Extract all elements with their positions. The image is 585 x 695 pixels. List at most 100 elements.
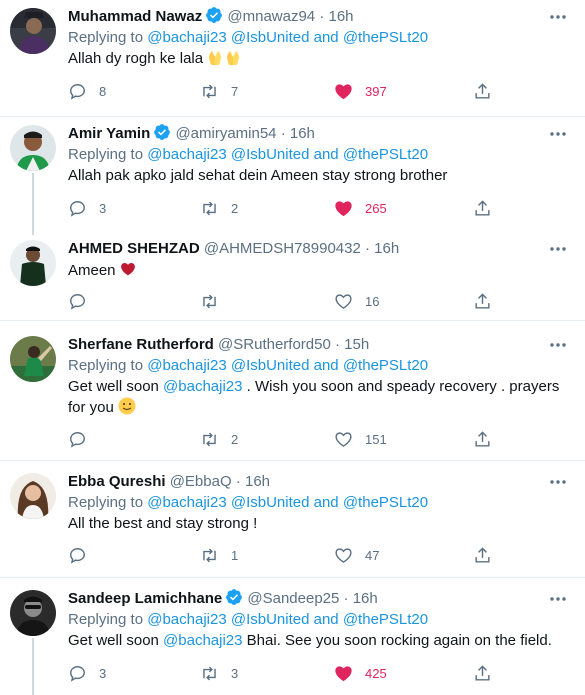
tweet-4[interactable]: Sherfane Rutherford @SRutherford50 · 15h… (0, 334, 585, 460)
tweet-2[interactable]: Amir Yamin @amiryamin54 · 16h Replying t… (0, 123, 585, 235)
verified-badge-icon (226, 589, 243, 605)
share-button[interactable] (473, 198, 492, 218)
tweet-6[interactable]: Sandeep Lamichhane @Sandeep25 · 16h Repl… (0, 588, 585, 695)
author-handle[interactable]: @SRutherford50 (218, 336, 331, 353)
like-button[interactable]: 397 (334, 81, 387, 101)
tweet-header: Muhammad Nawaz @mnawaz94 · 16h (68, 7, 354, 25)
like-button[interactable]: 151 (334, 429, 387, 449)
mention-link[interactable]: @thePSLt20 (343, 611, 428, 628)
avatar[interactable] (10, 240, 56, 286)
retweet-button[interactable]: 7 (200, 81, 238, 101)
mention-link[interactable]: @IsbUnited (231, 146, 310, 163)
avatar[interactable] (10, 125, 56, 171)
mention-link[interactable]: @IsbUnited (231, 357, 310, 374)
like-button[interactable]: 47 (334, 545, 379, 565)
tweet-time[interactable]: 16h (353, 590, 378, 607)
share-button[interactable] (473, 81, 492, 101)
mention-link[interactable]: @bachaji23 (147, 357, 226, 374)
author-name[interactable]: Sherfane Rutherford (68, 336, 214, 353)
avatar[interactable] (10, 336, 56, 382)
retweet-icon (203, 548, 216, 562)
retweet-button[interactable]: 1 (200, 545, 238, 565)
retweet-button[interactable]: 3 (200, 663, 238, 683)
verified-badge-icon (154, 124, 171, 140)
mention-link[interactable]: @thePSLt20 (343, 494, 428, 511)
more-options-icon[interactable] (549, 131, 567, 137)
tweet-time[interactable]: 15h (344, 336, 369, 353)
reply-button[interactable]: 8 (68, 81, 106, 101)
author-name[interactable]: AHMED SHEHZAD (68, 240, 200, 257)
tweet-time[interactable]: 16h (245, 473, 270, 490)
mention-link[interactable]: @bachaji23 (147, 494, 226, 511)
share-button[interactable] (473, 429, 492, 449)
like-button[interactable]: 425 (334, 663, 387, 683)
retweet-button[interactable]: 2 (200, 429, 238, 449)
share-button[interactable] (473, 291, 492, 311)
mention-link[interactable]: @IsbUnited (231, 494, 310, 511)
tweet-1[interactable]: Muhammad Nawaz @mnawaz94 · 16h Replying … (0, 6, 585, 116)
mention-link[interactable]: @bachaji23 (147, 146, 226, 163)
like-button[interactable]: 16 (334, 291, 379, 311)
replying-to: Replying to @bachaji23 @IsbUnited and @t… (68, 357, 429, 374)
like-button[interactable]: 265 (334, 198, 387, 218)
mention-link[interactable]: @thePSLt20 (343, 146, 428, 163)
mention-link[interactable]: @bachaji23 (163, 632, 242, 649)
mention-link[interactable]: @bachaji23 (147, 29, 226, 46)
author-handle[interactable]: @Sandeep25 (247, 590, 339, 607)
reply-button[interactable] (68, 545, 87, 565)
more-options-icon[interactable] (549, 479, 567, 485)
mention-link[interactable]: @IsbUnited (231, 29, 310, 46)
tweet-3[interactable]: AHMED SHEHZAD @AHMEDSH78990432 · 16h Ame… (0, 238, 585, 320)
retweet-button[interactable]: 2 (200, 198, 238, 218)
heart-outline-icon (335, 293, 352, 309)
thread-line (32, 638, 34, 695)
reply-icon (70, 665, 85, 682)
like-count: 151 (365, 431, 387, 447)
reply-button[interactable]: 3 (68, 663, 106, 683)
avatar[interactable] (10, 8, 56, 54)
tweet-time[interactable]: 16h (329, 8, 354, 25)
retweet-icon (203, 84, 216, 98)
author-name[interactable]: Muhammad Nawaz (68, 8, 202, 25)
retweet-count: 7 (231, 83, 239, 99)
more-options-icon[interactable] (549, 596, 567, 602)
slightly-smiling-face-emoji (118, 397, 136, 415)
author-name[interactable]: Amir Yamin (68, 125, 150, 142)
share-button[interactable] (473, 663, 492, 683)
heart-outline-icon (335, 431, 352, 447)
more-options-icon[interactable] (549, 342, 567, 348)
avatar[interactable] (10, 590, 56, 636)
author-handle[interactable]: @amiryamin54 (175, 125, 276, 142)
mention-link[interactable]: @bachaji23 (163, 378, 242, 395)
author-handle[interactable]: @mnawaz94 (227, 8, 315, 25)
author-name[interactable]: Ebba Qureshi (68, 473, 166, 490)
reply-button[interactable]: 3 (68, 198, 106, 218)
mention-link[interactable]: @bachaji23 (147, 611, 226, 628)
reply-button[interactable] (68, 429, 87, 449)
share-button[interactable] (473, 545, 492, 565)
reply-icon (70, 547, 85, 564)
retweet-button[interactable] (200, 291, 219, 311)
mention-link[interactable]: @IsbUnited (231, 611, 310, 628)
verified-badge-icon (206, 7, 223, 23)
retweet-count: 2 (231, 200, 239, 216)
author-handle[interactable]: @AHMEDSH78990432 (204, 240, 361, 257)
heart-filled-icon (335, 200, 352, 216)
tweet-text: Allah dy rogh ke lala (68, 48, 573, 69)
author-handle[interactable]: @EbbaQ (170, 473, 232, 490)
tweet-time[interactable]: 16h (374, 240, 399, 257)
mention-link[interactable]: @thePSLt20 (343, 29, 428, 46)
divider (0, 577, 585, 578)
heart-filled-icon (335, 665, 352, 681)
tweet-time[interactable]: 16h (290, 125, 315, 142)
tweet-5[interactable]: Ebba Qureshi @EbbaQ · 16h Replying to @b… (0, 471, 585, 577)
tweet-actions: 2 151 (68, 429, 498, 449)
author-name[interactable]: Sandeep Lamichhane (68, 590, 222, 607)
avatar[interactable] (10, 473, 56, 519)
mention-link[interactable]: @thePSLt20 (343, 357, 428, 374)
more-options-icon[interactable] (549, 14, 567, 20)
tweet-header: Amir Yamin @amiryamin54 · 16h (68, 124, 315, 142)
reply-button[interactable] (68, 291, 87, 311)
more-options-icon[interactable] (549, 246, 567, 252)
like-count: 425 (365, 665, 387, 681)
